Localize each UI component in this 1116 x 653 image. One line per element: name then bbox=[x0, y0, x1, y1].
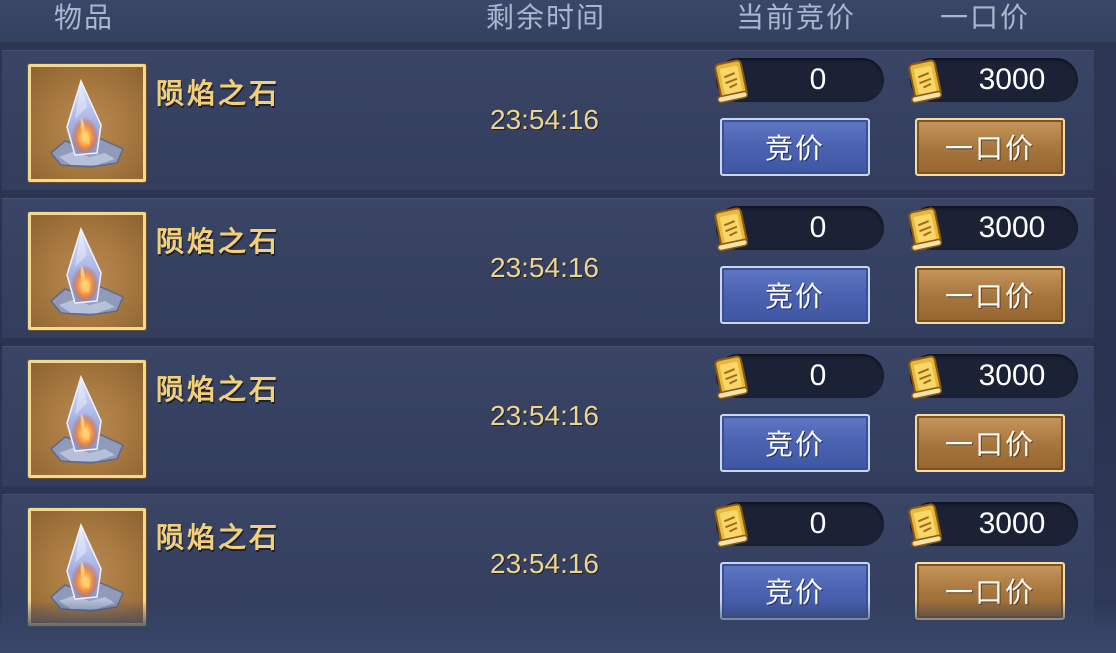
bid-button[interactable]: 竞价 bbox=[720, 414, 870, 472]
meteor-flame-stone-icon[interactable] bbox=[28, 64, 146, 182]
item-name: 陨焰之石 bbox=[156, 373, 281, 406]
gold-scroll-coupon-icon bbox=[908, 503, 943, 548]
column-header: 物品 剩余时间 当前竞价 一口价 bbox=[0, 0, 1116, 42]
gold-scroll-coupon-icon bbox=[714, 207, 749, 252]
meteor-flame-stone-icon[interactable] bbox=[28, 508, 146, 626]
auction-row[interactable]: 陨焰之石 23:54:16 0 3000 竞价 一口价 bbox=[2, 50, 1094, 190]
auction-row[interactable]: 陨焰之石 23:54:16 0 3000 竞价 一口价 bbox=[2, 494, 1094, 634]
gold-scroll-coupon-icon bbox=[908, 207, 943, 252]
buyout-button[interactable]: 一口价 bbox=[915, 414, 1065, 472]
current-bid-value: 0 bbox=[809, 359, 827, 392]
item-name: 陨焰之石 bbox=[156, 77, 281, 110]
gold-scroll-coupon-icon bbox=[714, 355, 749, 400]
buyout-price-pill: 3000 bbox=[908, 354, 1078, 400]
current-bid-value: 0 bbox=[809, 211, 827, 244]
item-name: 陨焰之石 bbox=[156, 521, 281, 554]
header-current-bid: 当前竞价 bbox=[736, 1, 857, 34]
buyout-price-value: 3000 bbox=[978, 63, 1046, 96]
time-left: 23:54:16 bbox=[490, 252, 599, 283]
current-bid-pill: 0 bbox=[714, 206, 884, 252]
time-left: 23:54:16 bbox=[490, 400, 599, 431]
header-time-left: 剩余时间 bbox=[486, 1, 607, 34]
buyout-button[interactable]: 一口价 bbox=[915, 562, 1065, 620]
buyout-price-value: 3000 bbox=[978, 359, 1046, 392]
bid-button[interactable]: 竞价 bbox=[720, 266, 870, 324]
time-left: 23:54:16 bbox=[490, 104, 599, 135]
current-bid-pill: 0 bbox=[714, 58, 884, 104]
buyout-price-value: 3000 bbox=[978, 507, 1046, 540]
buyout-price-pill: 3000 bbox=[908, 206, 1078, 252]
buyout-price-value: 3000 bbox=[978, 211, 1046, 244]
current-bid-pill: 0 bbox=[714, 502, 884, 548]
gold-scroll-coupon-icon bbox=[908, 355, 943, 400]
buyout-button[interactable]: 一口价 bbox=[915, 118, 1065, 176]
header-buyout: 一口价 bbox=[940, 1, 1031, 34]
time-left: 23:54:16 bbox=[490, 548, 599, 579]
bid-button[interactable]: 竞价 bbox=[720, 118, 870, 176]
auction-row[interactable]: 陨焰之石 23:54:16 0 3000 竞价 一口价 bbox=[2, 198, 1094, 338]
auction-row[interactable]: 陨焰之石 23:54:16 0 3000 竞价 一口价 bbox=[2, 346, 1094, 486]
meteor-flame-stone-icon[interactable] bbox=[28, 212, 146, 330]
bid-button[interactable]: 竞价 bbox=[720, 562, 870, 620]
header-item: 物品 bbox=[54, 1, 115, 34]
current-bid-pill: 0 bbox=[714, 354, 884, 400]
meteor-flame-stone-icon[interactable] bbox=[28, 360, 146, 478]
gold-scroll-coupon-icon bbox=[908, 59, 943, 104]
current-bid-value: 0 bbox=[809, 63, 827, 96]
item-name: 陨焰之石 bbox=[156, 225, 281, 258]
gold-scroll-coupon-icon bbox=[714, 503, 749, 548]
buyout-price-pill: 3000 bbox=[908, 58, 1078, 104]
buyout-price-pill: 3000 bbox=[908, 502, 1078, 548]
gold-scroll-coupon-icon bbox=[714, 59, 749, 104]
buyout-button[interactable]: 一口价 bbox=[915, 266, 1065, 324]
current-bid-value: 0 bbox=[809, 507, 827, 540]
